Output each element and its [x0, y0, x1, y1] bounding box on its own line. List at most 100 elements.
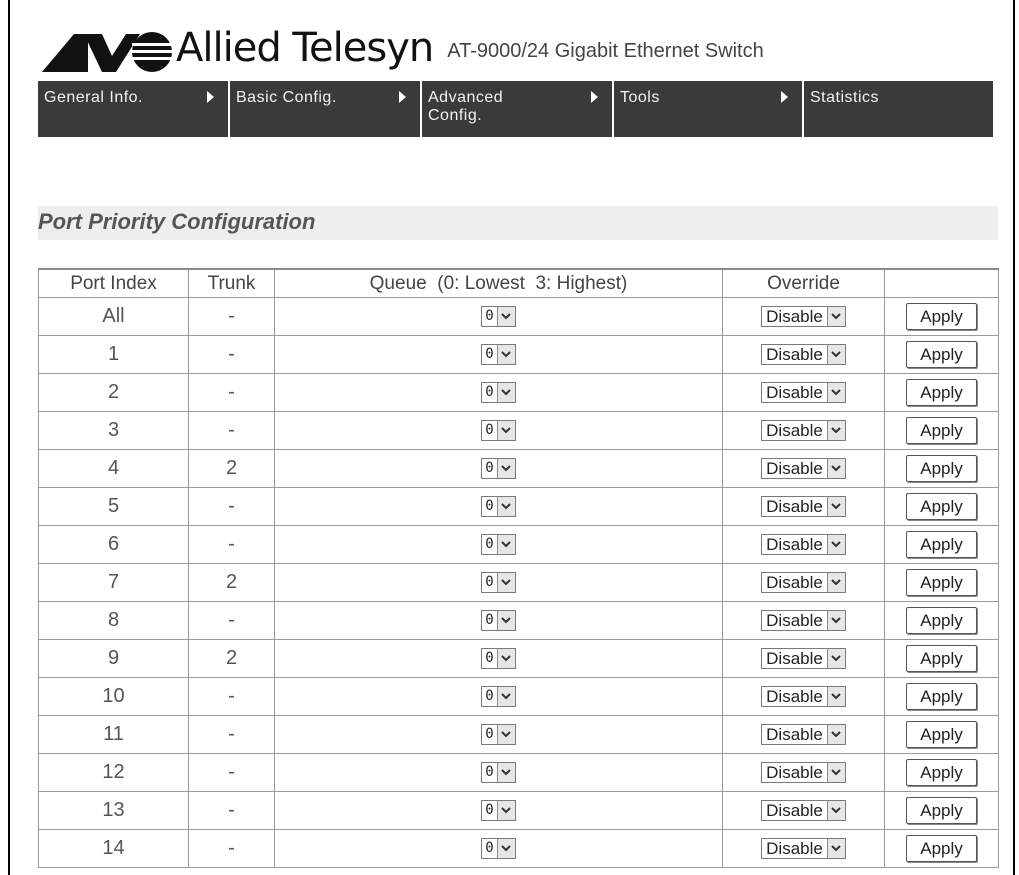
- chevron-down-icon[interactable]: [496, 383, 515, 403]
- nav-item-tools[interactable]: Tools: [614, 81, 804, 137]
- apply-button[interactable]: Apply: [906, 645, 977, 672]
- chevron-down-icon[interactable]: [496, 801, 515, 821]
- nav-item-statistics[interactable]: Statistics: [804, 81, 993, 137]
- table-row: 9 2 0 Disable Apply: [38, 639, 999, 678]
- chevron-down-icon[interactable]: [826, 497, 845, 517]
- override-select[interactable]: Disable: [761, 838, 846, 860]
- chevron-down-icon[interactable]: [826, 573, 845, 593]
- override-cell: Disable: [722, 525, 885, 564]
- override-select-value: Disable: [766, 725, 823, 745]
- queue-select[interactable]: 0: [481, 762, 516, 784]
- chevron-down-icon[interactable]: [826, 839, 845, 859]
- chevron-down-icon[interactable]: [826, 801, 845, 821]
- queue-select[interactable]: 0: [481, 610, 516, 632]
- queue-select[interactable]: 0: [481, 724, 516, 746]
- queue-cell: 0: [274, 373, 723, 412]
- main-nav: General Info. Basic Config. Advanced Con…: [38, 81, 993, 137]
- override-select[interactable]: Disable: [761, 648, 846, 670]
- queue-select-value: 0: [485, 498, 494, 515]
- override-select[interactable]: Disable: [761, 610, 846, 632]
- chevron-down-icon[interactable]: [496, 649, 515, 669]
- override-select[interactable]: Disable: [761, 762, 846, 784]
- column-header-trunk: Trunk: [188, 268, 275, 298]
- queue-select[interactable]: 0: [481, 344, 516, 366]
- queue-select[interactable]: 0: [481, 306, 516, 328]
- port-priority-table: Port Index Trunk Queue (0: Lowest 3: Hig…: [38, 268, 999, 868]
- override-select[interactable]: Disable: [761, 382, 846, 404]
- override-select[interactable]: Disable: [761, 686, 846, 708]
- apply-button[interactable]: Apply: [906, 417, 977, 444]
- chevron-down-icon[interactable]: [826, 421, 845, 441]
- chevron-down-icon[interactable]: [826, 611, 845, 631]
- apply-button[interactable]: Apply: [906, 759, 977, 786]
- apply-button[interactable]: Apply: [906, 607, 977, 634]
- action-cell: Apply: [884, 639, 999, 678]
- table-row: 3- 0 Disable Apply: [38, 411, 999, 450]
- override-select[interactable]: Disable: [761, 420, 846, 442]
- apply-button[interactable]: Apply: [906, 569, 977, 596]
- apply-button[interactable]: Apply: [906, 303, 977, 330]
- trunk-cell: -: [188, 373, 275, 412]
- queue-select[interactable]: 0: [481, 572, 516, 594]
- nav-item-basic-config[interactable]: Basic Config.: [230, 81, 422, 137]
- queue-select[interactable]: 0: [481, 458, 516, 480]
- queue-select[interactable]: 0: [481, 648, 516, 670]
- table-row: 1- 0 Disable Apply: [38, 335, 999, 374]
- chevron-down-icon[interactable]: [826, 383, 845, 403]
- chevron-down-icon[interactable]: [826, 307, 845, 327]
- chevron-down-icon[interactable]: [826, 345, 845, 365]
- apply-button[interactable]: Apply: [906, 341, 977, 368]
- chevron-down-icon[interactable]: [826, 535, 845, 555]
- apply-button[interactable]: Apply: [906, 835, 977, 862]
- override-select[interactable]: Disable: [761, 344, 846, 366]
- chevron-down-icon[interactable]: [496, 763, 515, 783]
- apply-button[interactable]: Apply: [906, 683, 977, 710]
- chevron-down-icon[interactable]: [496, 345, 515, 365]
- apply-button[interactable]: Apply: [906, 531, 977, 558]
- nav-item-general-info[interactable]: General Info.: [38, 81, 230, 137]
- override-select[interactable]: Disable: [761, 306, 846, 328]
- queue-select[interactable]: 0: [481, 800, 516, 822]
- chevron-down-icon[interactable]: [826, 687, 845, 707]
- override-cell: Disable: [722, 335, 885, 374]
- queue-select[interactable]: 0: [481, 382, 516, 404]
- override-select[interactable]: Disable: [761, 496, 846, 518]
- table-row: 11- 0 Disable Apply: [38, 715, 999, 754]
- nav-item-advanced-config[interactable]: Advanced Config.: [422, 81, 614, 137]
- chevron-down-icon[interactable]: [826, 763, 845, 783]
- column-header-action: [884, 268, 999, 298]
- override-select[interactable]: Disable: [761, 458, 846, 480]
- chevron-down-icon[interactable]: [496, 497, 515, 517]
- chevron-down-icon[interactable]: [496, 535, 515, 555]
- chevron-down-icon[interactable]: [826, 649, 845, 669]
- queue-select[interactable]: 0: [481, 838, 516, 860]
- chevron-down-icon[interactable]: [496, 839, 515, 859]
- chevron-down-icon[interactable]: [826, 725, 845, 745]
- override-select[interactable]: Disable: [761, 724, 846, 746]
- chevron-down-icon[interactable]: [496, 421, 515, 441]
- queue-select-value: 0: [485, 574, 494, 591]
- chevron-down-icon[interactable]: [496, 687, 515, 707]
- trunk-cell: -: [188, 715, 275, 754]
- queue-select[interactable]: 0: [481, 534, 516, 556]
- chevron-down-icon[interactable]: [496, 611, 515, 631]
- apply-button[interactable]: Apply: [906, 493, 977, 520]
- apply-button[interactable]: Apply: [906, 455, 977, 482]
- chevron-down-icon[interactable]: [496, 459, 515, 479]
- override-select[interactable]: Disable: [761, 572, 846, 594]
- port-index-cell: 10: [38, 677, 189, 716]
- queue-select[interactable]: 0: [481, 686, 516, 708]
- queue-select[interactable]: 0: [481, 496, 516, 518]
- table-row: 10- 0 Disable Apply: [38, 677, 999, 716]
- apply-button[interactable]: Apply: [906, 797, 977, 824]
- apply-button[interactable]: Apply: [906, 721, 977, 748]
- chevron-down-icon[interactable]: [826, 459, 845, 479]
- chevron-down-icon[interactable]: [496, 573, 515, 593]
- apply-button[interactable]: Apply: [906, 379, 977, 406]
- chevron-down-icon[interactable]: [496, 725, 515, 745]
- chevron-down-icon[interactable]: [496, 307, 515, 327]
- queue-select[interactable]: 0: [481, 420, 516, 442]
- override-select[interactable]: Disable: [761, 800, 846, 822]
- allied-telesyn-logo-icon: [42, 32, 172, 72]
- override-select[interactable]: Disable: [761, 534, 846, 556]
